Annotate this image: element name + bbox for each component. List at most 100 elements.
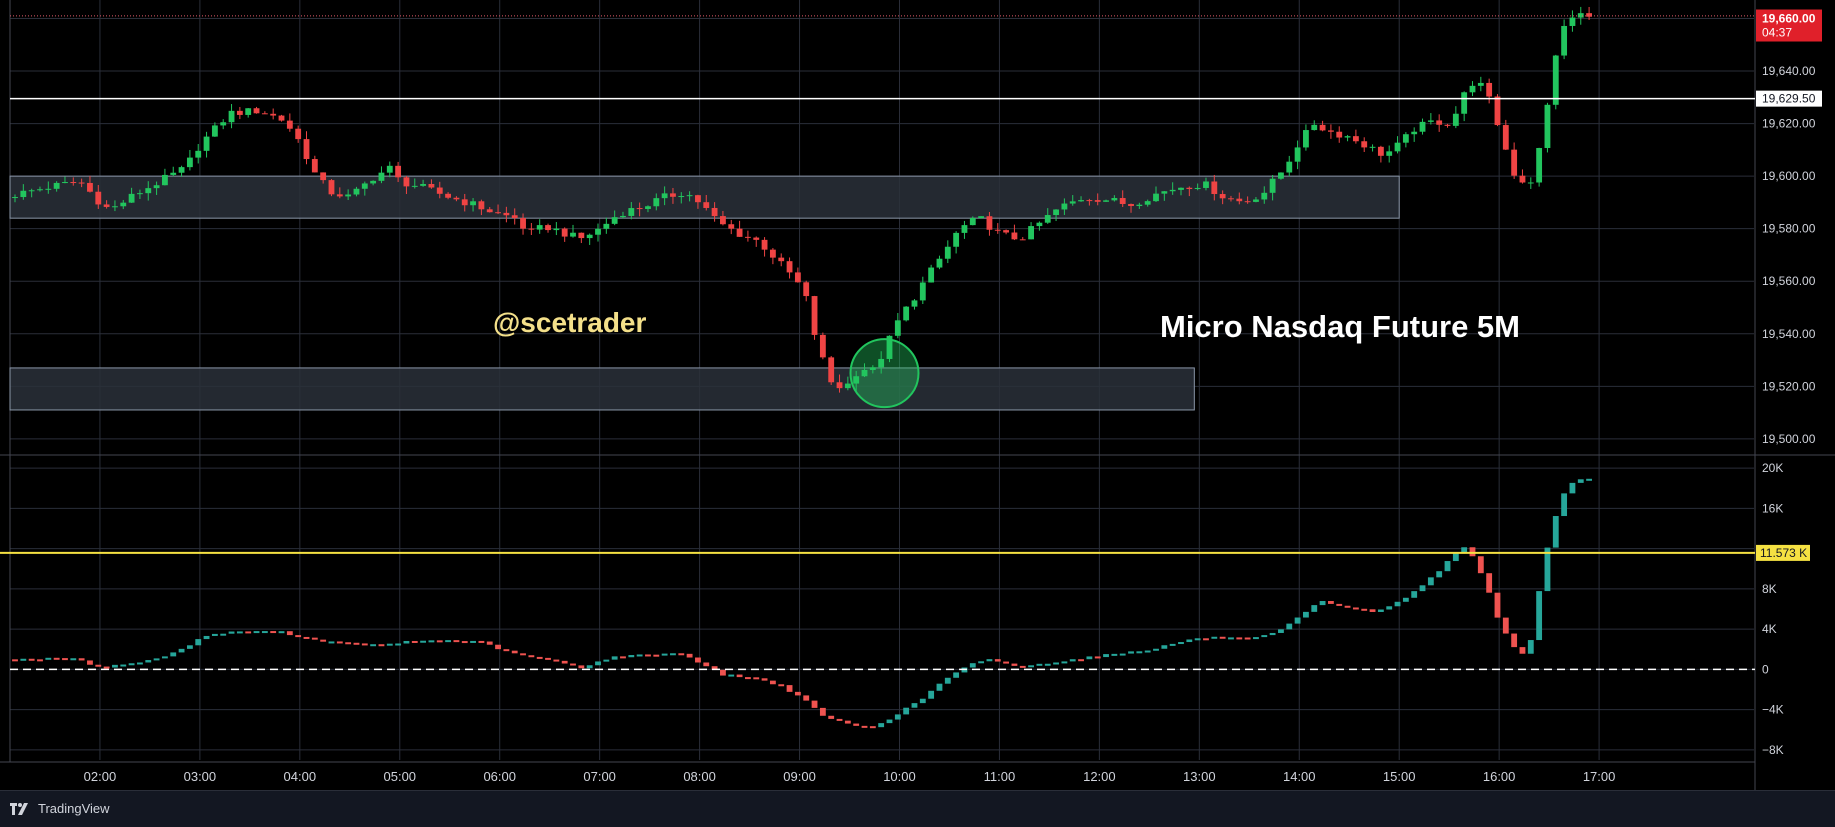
candle-body[interactable] [511, 215, 518, 219]
indicator-bar[interactable] [1461, 547, 1468, 553]
highlight-circle[interactable] [849, 338, 920, 409]
indicator-bar[interactable] [803, 695, 810, 701]
indicator-bar[interactable] [903, 707, 910, 715]
candle-body[interactable] [70, 182, 77, 184]
indicator-bar[interactable] [1078, 659, 1084, 662]
indicator-bar[interactable] [994, 659, 1001, 662]
candle-body[interactable] [545, 225, 551, 231]
candle-body[interactable] [395, 165, 402, 178]
indicator-bar[interactable] [270, 631, 277, 634]
indicator-bar[interactable] [1069, 659, 1076, 662]
candle-body[interactable] [186, 157, 193, 168]
candle-body[interactable] [436, 187, 443, 194]
indicator-bar[interactable] [1311, 605, 1318, 612]
candle-body[interactable] [1144, 201, 1151, 205]
indicator-bar[interactable] [986, 659, 993, 662]
candle-body[interactable] [228, 110, 235, 123]
candle-body[interactable] [1178, 187, 1184, 190]
indicator-bar[interactable] [228, 631, 235, 634]
candle-body[interactable] [1552, 55, 1559, 105]
candle-body[interactable] [1261, 192, 1268, 200]
indicator-bar[interactable] [1361, 608, 1368, 611]
candle-body[interactable] [561, 228, 568, 237]
candle-body[interactable] [803, 282, 810, 297]
indicator-bar[interactable] [794, 691, 801, 696]
candle-body[interactable] [1061, 203, 1068, 210]
indicator-bar[interactable] [811, 700, 818, 708]
candle-body[interactable] [570, 232, 576, 237]
indicator-bar[interactable] [869, 726, 876, 729]
indicator-bar[interactable] [769, 680, 776, 685]
indicator-bar[interactable] [545, 657, 551, 660]
indicator-bar[interactable] [570, 663, 576, 666]
candle-body[interactable] [603, 223, 610, 229]
candle-body[interactable] [1094, 200, 1101, 202]
candle-body[interactable] [270, 113, 277, 116]
indicator-bar[interactable] [853, 723, 860, 726]
indicator-bar[interactable] [345, 642, 352, 645]
candle-body[interactable] [1269, 178, 1276, 193]
candle-body[interactable] [969, 218, 976, 226]
candle-body[interactable] [1411, 131, 1418, 135]
candle-body[interactable] [1511, 149, 1518, 176]
indicator-bar[interactable] [1028, 665, 1034, 668]
candle-body[interactable] [769, 249, 776, 258]
indicator-bar[interactable] [1511, 633, 1518, 648]
indicator-bar[interactable] [370, 644, 377, 647]
indicator-bar[interactable] [328, 641, 335, 644]
candle-body[interactable] [420, 183, 427, 186]
candle-body[interactable] [1519, 175, 1526, 183]
candle-body[interactable] [794, 272, 801, 283]
indicator-bar[interactable] [1369, 609, 1376, 612]
indicator-bar[interactable] [1586, 478, 1593, 481]
candle-body[interactable] [703, 202, 710, 208]
indicator-bar[interactable] [603, 659, 610, 662]
candle-body[interactable] [1278, 172, 1284, 179]
candle-body[interactable] [153, 185, 160, 189]
indicator-bar[interactable] [186, 645, 193, 649]
candle-body[interactable] [486, 209, 493, 213]
indicator-bar[interactable] [611, 656, 618, 660]
indicator-bar[interactable] [844, 720, 851, 724]
candle-body[interactable] [245, 108, 252, 115]
indicator-bar[interactable] [828, 715, 835, 719]
indicator-bar[interactable] [478, 640, 485, 643]
indicator-bar[interactable] [128, 663, 135, 666]
indicator-bar[interactable] [1411, 591, 1418, 598]
indicator-bar[interactable] [1278, 629, 1284, 633]
candle-body[interactable] [103, 204, 110, 207]
indicator-bar[interactable] [1377, 609, 1384, 612]
candle-body[interactable] [836, 382, 843, 389]
candle-body[interactable] [736, 228, 743, 237]
indicator-bar[interactable] [453, 640, 460, 643]
candle-body[interactable] [661, 193, 668, 199]
candle-body[interactable] [1161, 191, 1168, 194]
indicator-bar[interactable] [170, 652, 177, 657]
candle-body[interactable] [62, 182, 68, 184]
indicator-bar[interactable] [1136, 651, 1143, 654]
candle-body[interactable] [761, 239, 768, 250]
indicator-bar[interactable] [1577, 479, 1584, 483]
candle-body[interactable] [1294, 147, 1301, 162]
indicator-bar[interactable] [1203, 638, 1209, 641]
candle-body[interactable] [828, 357, 835, 383]
indicator-bar[interactable] [37, 659, 43, 662]
indicator-bar[interactable] [1228, 637, 1234, 640]
indicator-bar[interactable] [1352, 607, 1359, 610]
candle-body[interactable] [53, 182, 60, 189]
candle-body[interactable] [1203, 181, 1209, 188]
indicator-bar[interactable] [1303, 611, 1309, 618]
indicator-bar[interactable] [586, 665, 593, 669]
indicator-bar[interactable] [1494, 592, 1501, 618]
candle-body[interactable] [786, 261, 793, 273]
indicator-bar[interactable] [720, 669, 726, 676]
candle-body[interactable] [1153, 193, 1159, 202]
candle-body[interactable] [1527, 182, 1534, 184]
indicator-bar[interactable] [311, 637, 318, 640]
indicator-bar[interactable] [53, 657, 60, 660]
candle-body[interactable] [470, 201, 476, 206]
candle-body[interactable] [1544, 104, 1551, 148]
candle-body[interactable] [1119, 198, 1126, 204]
candle-body[interactable] [744, 236, 751, 238]
indicator-bar[interactable] [1394, 601, 1401, 607]
